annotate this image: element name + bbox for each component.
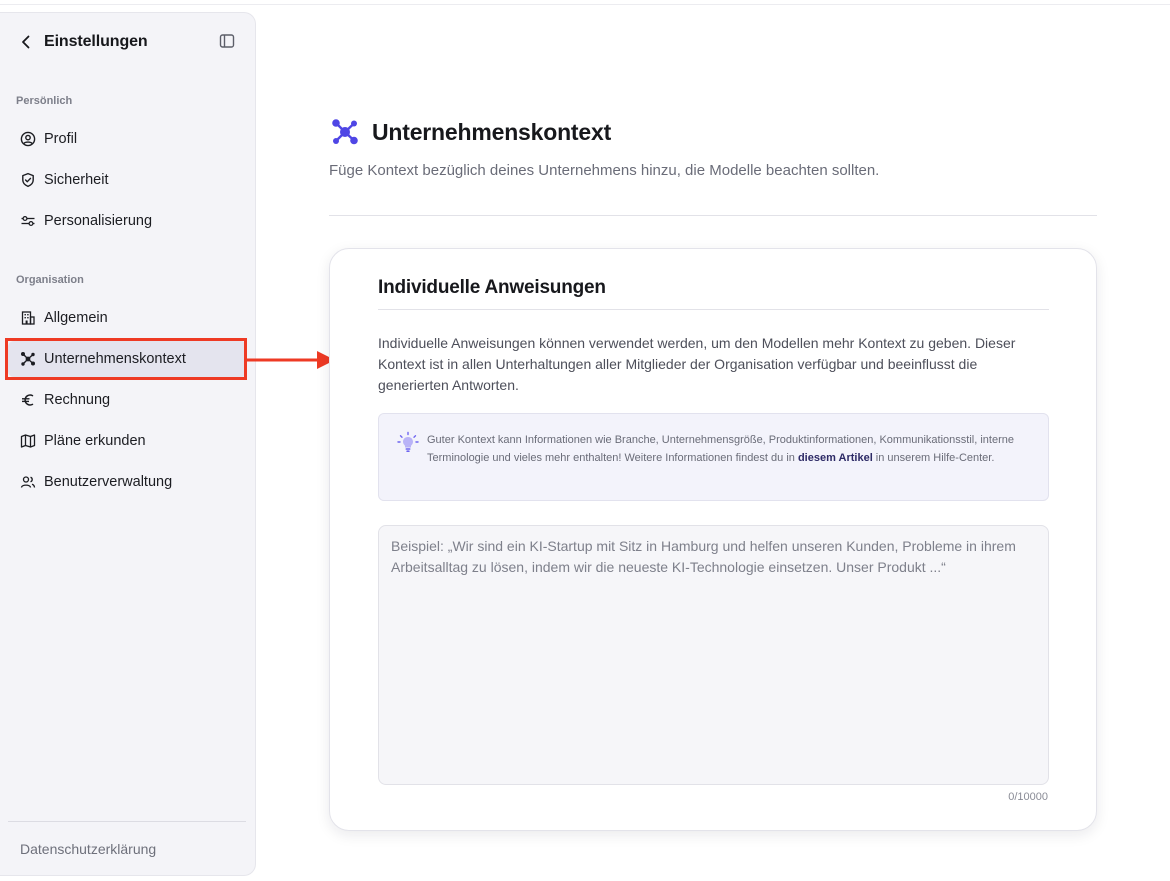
character-counter: 0/10000 [1008, 791, 1048, 803]
sidebar-divider [8, 821, 246, 822]
euro-icon [20, 392, 36, 408]
sidebar-item-allgemein[interactable]: Allgemein [8, 300, 247, 336]
sidebar-item-label: Rechnung [44, 392, 111, 408]
sidebar-item-label: Pläne erkunden [44, 433, 146, 449]
card-description: Individuelle Anweisungen können verwende… [378, 335, 1016, 393]
sidebar-item-label: Sicherheit [44, 172, 109, 188]
settings-sidebar: Einstellungen Persönlich Profil Sicherhe… [0, 12, 256, 876]
sliders-icon [20, 213, 36, 229]
sidebar-item-label: Profil [44, 131, 78, 147]
sidebar-collapse-icon[interactable] [219, 33, 235, 49]
sidebar-section-organisation: Organisation [16, 274, 84, 286]
shield-icon [20, 172, 36, 188]
tip-text: Guter Kontext kann Informationen wie Bra… [427, 431, 1027, 467]
back-chevron-icon[interactable] [18, 33, 34, 51]
sidebar-item-label: Benutzerverwaltung [44, 474, 173, 490]
custom-instructions-textarea[interactable] [378, 525, 1049, 785]
map-icon [20, 433, 36, 449]
building-icon [20, 310, 36, 326]
top-border [0, 4, 1170, 5]
page-divider [329, 215, 1097, 216]
highlight-box [5, 338, 247, 380]
custom-instructions-card: Individuelle Anweisungen Individuelle An… [329, 248, 1097, 831]
page-title: Unternehmenskontext [372, 119, 612, 145]
sidebar-item-label: Personalisierung [44, 213, 153, 229]
tip-text-after: in unserem Hilfe-Center. [872, 452, 995, 464]
sidebar-item-plaene-erkunden[interactable]: Pläne erkunden [8, 423, 247, 459]
sidebar-title: Einstellungen [44, 33, 148, 50]
page-subtitle: Füge Kontext bezüglich deines Unternehme… [329, 162, 880, 179]
sidebar-item-personalisierung[interactable]: Personalisierung [8, 203, 247, 239]
sidebar-item-profil[interactable]: Profil [8, 121, 247, 157]
sidebar-item-label: Allgemein [44, 310, 108, 326]
network-icon [329, 116, 361, 148]
tip-box: Guter Kontext kann Informationen wie Bra… [378, 413, 1049, 501]
lightbulb-icon [396, 431, 420, 455]
highlight-arrow-icon [247, 351, 335, 369]
sidebar-header: Einstellungen [0, 29, 256, 55]
user-circle-icon [20, 131, 36, 147]
card-divider [378, 309, 1049, 310]
sidebar-item-sicherheit[interactable]: Sicherheit [8, 162, 247, 198]
sidebar-section-personal: Persönlich [16, 95, 73, 107]
help-article-link[interactable]: diesem Artikel [798, 452, 873, 464]
card-title: Individuelle Anweisungen [378, 277, 606, 298]
sidebar-item-rechnung[interactable]: Rechnung [8, 382, 247, 418]
users-icon [20, 474, 36, 490]
sidebar-item-benutzerverwaltung[interactable]: Benutzerverwaltung [8, 464, 247, 500]
privacy-policy-link[interactable]: Datenschutzerklärung [20, 841, 156, 857]
